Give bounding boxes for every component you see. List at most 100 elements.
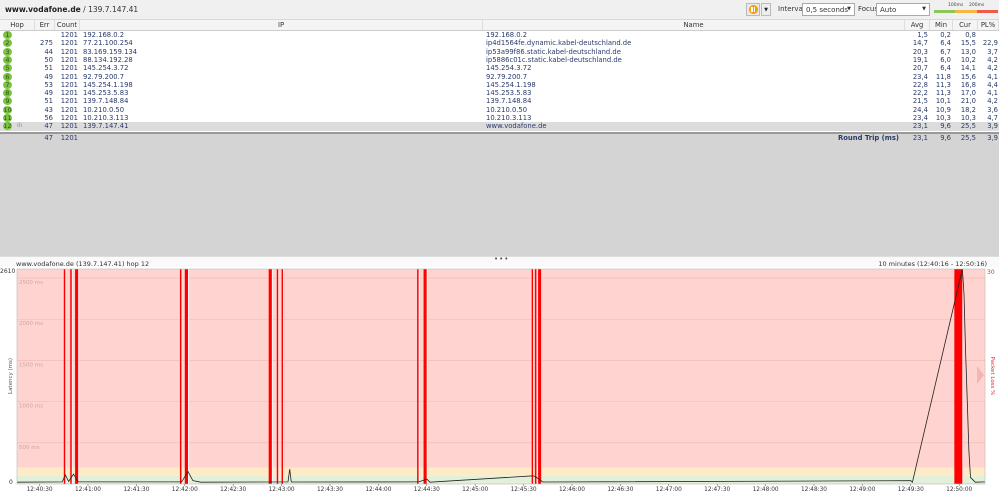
ip-cell: 92.79.200.7 [83,72,125,81]
table-row[interactable]: 2 275 1201 77.21.100.254 ip4d1564fe.dynamic.… [0,39,999,48]
summary-pl: 3,9 [987,134,998,142]
hop-cell: 2 [0,39,35,48]
x-tick-label: 12:42:30 [220,487,246,492]
err-cell: 43 [44,105,53,114]
avg-cell: 20,7 [912,64,928,73]
avg-cell: 1,5 [917,31,928,39]
err-cell: 50 [44,55,53,64]
cur-cell: 14,1 [960,64,976,73]
ip-cell: 145.253.5.83 [83,89,129,98]
packet-loss-bar-edge [78,269,80,484]
cur-cell: 10,2 [960,55,976,64]
avg-cell: 23,4 [912,72,928,81]
name-cell: 145.253.5.83 [486,89,532,98]
min-cell: 10,1 [935,97,951,106]
interval-label: Interval [778,5,805,13]
hop-cell: 9 [0,97,35,106]
zone-band [17,475,985,484]
splitter-handle[interactable]: ••• [494,255,509,263]
avg-cell: 22,2 [912,89,928,98]
pl-cell: 4,4 [987,80,998,89]
hop-cell: 3 [0,47,35,56]
cur-cell: 21,0 [960,97,976,106]
x-tick-label: 12:44:30 [414,487,440,492]
count-cell: 1201 [60,39,78,48]
name-cell: 145.254.3.72 [486,64,532,73]
min-cell: 11,8 [935,72,951,81]
pl-cell: 3,7 [987,47,998,56]
hop-cell: 6 [0,72,35,81]
table-header: Hop Err Count IP Name Avg Min Cur PL% [0,20,999,31]
hop-cell: 7 [0,80,35,89]
target-host[interactable]: www.vodafone.de [5,5,81,14]
table-row[interactable]: 1 1201 192.168.0.2 192.168.0.2 1,5 0,2 0,8 [0,31,999,39]
table-row[interactable]: 3 44 1201 83.169.159.134 ip53a99f86.static.k… [0,47,999,56]
pl-cell: 4,7 [987,114,998,122]
zone-band [17,269,985,468]
table-row[interactable]: 9 51 1201 139.7.148.84 139.7.148.84 21,5 10,1 2… [0,97,999,106]
table-row[interactable]: 6 49 1201 92.79.200.7 92.79.200.7 23,4 11,8 15,… [0,72,999,81]
ip-cell: 10.210.3.113 [83,114,129,122]
table-row[interactable]: 12 ılı 47 1201 139.7.147.41 www.vodafone.de 23… [0,122,999,131]
y-axis-label: Latency (ms) [8,358,14,394]
count-cell: 1201 [60,47,78,56]
hop-badge: 4 [3,55,12,64]
min-cell: 10,3 [935,114,951,122]
pause-button[interactable] [746,3,760,16]
packet-loss-bar-edge [65,269,67,484]
table-row[interactable]: 8 49 1201 145.253.5.83 145.253.5.83 22,2 11,3 1… [0,89,999,98]
hop-cell: 8 [0,89,35,98]
x-tick-label: 12:43:30 [317,487,343,492]
summary-avg: 23,1 [912,134,928,142]
x-tick-label: 12:46:30 [607,487,633,492]
col-min[interactable]: Min [930,20,953,30]
col-avg[interactable]: Avg [905,20,930,30]
interval-select[interactable]: 0,5 seconds ▼ [802,3,855,16]
pl-cell: 4,1 [987,72,998,81]
hop-cell: 10 [0,105,35,114]
hop-badge: 3 [3,47,12,56]
x-tick-label: 12:49:30 [898,487,924,492]
packet-loss-bar [281,269,284,484]
packet-loss-bar-edge [533,269,535,484]
packet-loss-bar [184,269,189,484]
name-cell: 145.254.1.198 [486,80,536,89]
col-pl[interactable]: PL% [978,20,999,30]
count-cell: 1201 [60,72,78,81]
packet-loss-bar [276,269,279,484]
pause-dropdown-button[interactable]: ▼ [761,3,771,16]
table-row[interactable]: 4 50 1201 88.134.192.28 ip5886c01c.static.ka… [0,55,999,64]
summary-label: Round Trip (ms) [838,134,899,142]
err-cell: 51 [44,64,53,73]
packet-loss-bar [423,269,427,484]
name-cell: ip4d1564fe.dynamic.kabel-deutschland.de [486,39,632,48]
ip-cell: 139.7.148.84 [83,97,129,106]
summary-min: 9,6 [940,134,951,142]
col-cur[interactable]: Cur [953,20,978,30]
interval-value: 0,5 seconds [806,6,848,14]
col-err[interactable]: Err [35,20,55,30]
min-cell: 11,3 [935,80,951,89]
avg-cell: 24,4 [912,105,928,114]
hop-cell: 4 [0,55,35,64]
col-count[interactable]: Count [55,20,80,30]
packet-loss-bar-edge [188,269,189,484]
ip-cell: 145.254.1.198 [83,80,133,89]
table-row[interactable]: 11 56 1201 10.210.3.113 10.210.3.113 23,4 10,3… [0,114,999,122]
table-row[interactable]: 5 51 1201 145.254.3.72 145.254.3.72 20,7 6,4 14… [0,64,999,73]
min-cell: 6,0 [940,55,951,64]
ip-cell: 145.254.3.72 [83,64,129,73]
pl-cell: 3,6 [987,105,998,114]
target-ip: / 139.7.147.41 [83,5,139,14]
table-row[interactable]: 10 43 1201 10.210.0.50 10.210.0.50 24,4 10,9 18… [0,105,999,114]
focus-select[interactable]: Auto ▼ [876,3,930,16]
count-cell: 1201 [60,31,78,39]
col-name[interactable]: Name [483,20,905,30]
graph-icon[interactable]: ılı [17,122,22,130]
col-ip[interactable]: IP [80,20,483,30]
col-hop[interactable]: Hop [0,20,35,30]
pl-cell: 4,2 [987,55,998,64]
packet-loss-bar [63,269,66,484]
table-row[interactable]: 7 53 1201 145.254.1.198 145.254.1.198 22,8 11,… [0,80,999,89]
err-cell: 49 [44,72,53,81]
